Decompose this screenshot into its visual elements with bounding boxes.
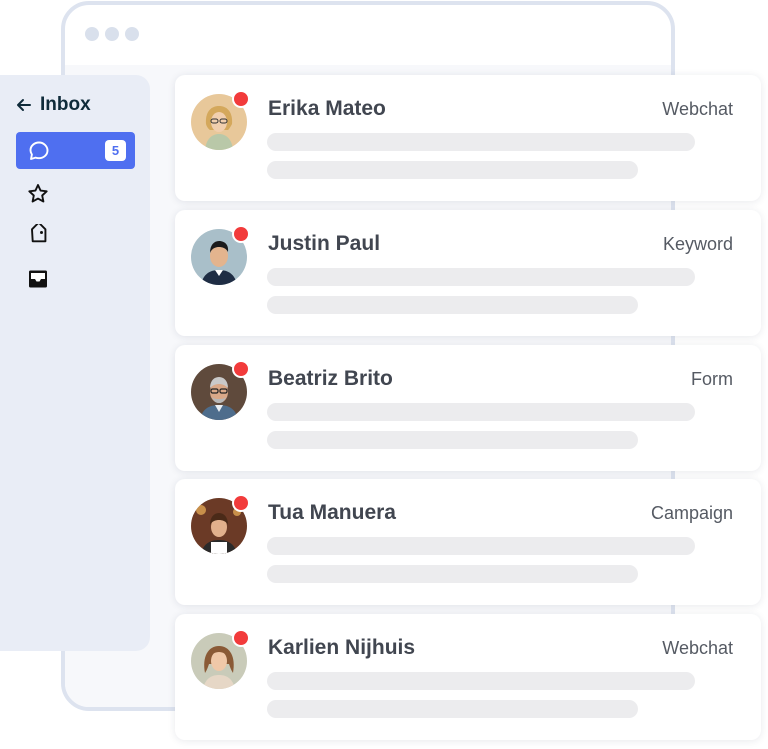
message-placeholder-line <box>267 700 638 718</box>
star-icon[interactable] <box>26 182 50 206</box>
message-placeholder-line <box>267 133 695 151</box>
message-placeholder-line <box>267 672 695 690</box>
conversation-card[interactable]: Erika Mateo Webchat <box>175 75 761 201</box>
tag-icon[interactable] <box>26 224 50 248</box>
unread-dot <box>232 90 250 108</box>
message-placeholder-line <box>267 403 695 421</box>
contact-name: Tua Manuera <box>268 501 396 524</box>
message-placeholder-line <box>267 565 638 583</box>
conversation-card[interactable]: Beatriz Brito Form <box>175 345 761 471</box>
channel-label: Keyword <box>662 234 733 254</box>
message-placeholder-line <box>267 537 695 555</box>
inbox-header: Inbox <box>14 94 91 116</box>
channel-label: Webchat <box>662 99 733 119</box>
sidebar-item-conversations[interactable]: 5 <box>16 132 135 169</box>
chat-bubble-icon <box>29 141 49 160</box>
inbox-tray-icon[interactable] <box>26 267 50 291</box>
arrow-left-icon[interactable] <box>14 95 34 115</box>
conversation-card[interactable]: Tua Manuera Campaign <box>175 479 761 605</box>
unread-count-badge: 5 <box>105 140 126 161</box>
message-placeholder-line <box>267 268 695 286</box>
unread-dot <box>232 360 250 378</box>
contact-name: Karlien Nijhuis <box>268 636 416 659</box>
unread-dot <box>232 225 250 243</box>
window-dot <box>105 27 119 41</box>
unread-dot <box>232 629 250 647</box>
window-dot <box>85 27 99 41</box>
channel-label: Form <box>691 369 733 389</box>
channel-label: Campaign <box>650 503 733 523</box>
window-controls <box>85 27 139 41</box>
contact-name: Erika Mateo <box>268 97 386 120</box>
unread-dot <box>232 494 250 512</box>
conversation-card[interactable]: Karlien Nijhuis Webchat <box>175 614 761 740</box>
contact-name: Beatriz Brito <box>268 367 393 390</box>
conversation-card[interactable]: Justin Paul Keyword <box>175 210 761 336</box>
channel-label: Webchat <box>662 638 733 658</box>
inbox-title: Inbox <box>40 94 91 115</box>
message-placeholder-line <box>267 296 638 314</box>
message-placeholder-line <box>267 161 638 179</box>
window-dot <box>125 27 139 41</box>
message-placeholder-line <box>267 431 638 449</box>
contact-name: Justin Paul <box>268 232 381 255</box>
